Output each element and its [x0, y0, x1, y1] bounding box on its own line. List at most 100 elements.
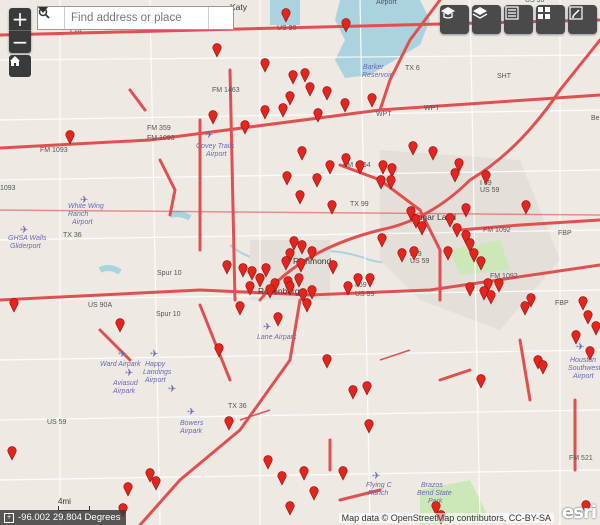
map-canvas[interactable]: FM 1463 FM 359 FM 1093 FM 1093 1093 FM 1…	[0, 0, 600, 525]
map-marker[interactable]	[297, 146, 307, 161]
map-marker[interactable]	[238, 263, 248, 278]
svg-text:WPT: WPT	[424, 105, 440, 112]
svg-text:Airport: Airport	[144, 377, 167, 384]
map-marker[interactable]	[282, 171, 292, 186]
svg-text:Flying C: Flying C	[366, 482, 393, 489]
map-marker[interactable]	[273, 312, 283, 327]
layers-icon	[472, 7, 488, 19]
svg-text:GHSA Walls: GHSA Walls	[8, 235, 47, 242]
svg-text:FM 1463: FM 1463	[212, 87, 240, 94]
map-marker[interactable]	[222, 260, 232, 275]
svg-text:Brazos: Brazos	[421, 482, 443, 489]
svg-text:✈: ✈	[168, 384, 176, 395]
svg-text:✈: ✈	[576, 342, 584, 353]
map-marker[interactable]	[260, 105, 270, 120]
map-marker[interactable]	[285, 91, 295, 106]
map-marker[interactable]	[235, 301, 245, 316]
map-marker[interactable]	[295, 190, 305, 205]
svg-text:Ranch: Ranch	[68, 211, 88, 218]
svg-text:TX 99: TX 99	[350, 201, 369, 208]
layers-button[interactable]	[472, 5, 501, 34]
scale-label: 4mi	[58, 497, 71, 506]
map-marker[interactable]	[263, 455, 273, 470]
map-marker[interactable]	[240, 120, 250, 135]
svg-text:Aviasud: Aviasud	[112, 380, 139, 387]
svg-text:US 90A: US 90A	[88, 302, 112, 309]
map-marker[interactable]	[260, 58, 270, 73]
map-marker[interactable]	[309, 486, 319, 501]
legend-icon	[505, 6, 519, 20]
svg-text:Airpark: Airpark	[179, 428, 203, 435]
basemap: FM 1463 FM 359 FM 1093 FM 1093 1093 FM 1…	[0, 0, 600, 525]
svg-text:✈: ✈	[80, 195, 88, 206]
map-marker[interactable]	[224, 416, 234, 431]
search-box	[37, 6, 234, 30]
svg-text:US 59: US 59	[480, 187, 500, 194]
svg-text:✈: ✈	[205, 130, 213, 141]
map-marker[interactable]	[123, 482, 133, 497]
map-marker[interactable]	[327, 200, 337, 215]
map-marker[interactable]	[7, 446, 17, 461]
map-marker[interactable]	[299, 466, 309, 481]
map-marker[interactable]	[325, 160, 335, 175]
svg-text:FBP: FBP	[555, 300, 569, 307]
map-marker[interactable]	[340, 98, 350, 113]
map-marker[interactable]	[285, 501, 295, 516]
map-marker[interactable]	[305, 82, 315, 97]
map-marker[interactable]	[328, 260, 338, 275]
map-marker[interactable]	[476, 374, 486, 389]
map-marker[interactable]	[322, 354, 332, 369]
map-marker[interactable]	[212, 43, 222, 58]
map-marker[interactable]	[365, 273, 375, 288]
svg-text:US 59: US 59	[355, 291, 375, 298]
svg-text:Lane Airpark: Lane Airpark	[257, 334, 297, 341]
map-marker[interactable]	[578, 296, 588, 311]
legend-button[interactable]	[504, 5, 533, 34]
grid-button[interactable]	[536, 5, 565, 34]
map-marker[interactable]	[364, 419, 374, 434]
map-marker[interactable]	[9, 298, 19, 313]
svg-text:✈: ✈	[20, 225, 28, 236]
svg-text:Ranch: Ranch	[368, 490, 388, 497]
search-input[interactable]	[65, 8, 208, 28]
map-marker[interactable]	[348, 385, 358, 400]
search-button[interactable]	[38, 7, 233, 29]
zoom-in-button[interactable]: +	[9, 8, 31, 30]
zoom-control: + −	[9, 8, 31, 53]
map-marker[interactable]	[300, 68, 310, 83]
svg-text:Landings: Landings	[143, 369, 172, 376]
map-marker[interactable]	[214, 343, 224, 358]
svg-text:Reservoir: Reservoir	[362, 72, 393, 79]
map-marker[interactable]	[338, 466, 348, 481]
svg-text:Spur 10: Spur 10	[156, 311, 181, 318]
map-marker[interactable]	[115, 318, 125, 333]
edit-button[interactable]	[568, 5, 597, 34]
svg-text:US 59: US 59	[47, 419, 67, 426]
map-marker[interactable]	[538, 360, 548, 375]
svg-text:✈: ✈	[150, 349, 158, 360]
map-marker[interactable]	[367, 93, 377, 108]
map-marker[interactable]	[208, 110, 218, 125]
map-marker[interactable]	[288, 70, 298, 85]
map-marker[interactable]	[520, 301, 530, 316]
map-attribution[interactable]: Map data © OpenStreetMap contributors, C…	[338, 513, 554, 523]
map-marker[interactable]	[591, 321, 600, 336]
basemap-gallery-button[interactable]	[440, 5, 469, 34]
map-marker[interactable]	[65, 130, 75, 145]
map-marker[interactable]	[277, 471, 287, 486]
svg-text:Airpark: Airpark	[112, 388, 136, 395]
map-marker[interactable]	[583, 310, 593, 325]
zoom-out-button[interactable]: −	[9, 30, 31, 53]
svg-text:Be: Be	[591, 115, 600, 122]
map-marker[interactable]	[322, 86, 332, 101]
map-marker[interactable]	[302, 298, 312, 313]
map-marker[interactable]	[312, 173, 322, 188]
svg-text:Happy: Happy	[145, 361, 166, 368]
home-button[interactable]	[9, 55, 31, 77]
coordinate-readout[interactable]: + -96.002 29.804 Degrees	[0, 510, 127, 525]
svg-text:Airport: Airport	[376, 0, 397, 6]
svg-text:Ward Airpark: Ward Airpark	[100, 361, 141, 368]
map-marker[interactable]	[362, 381, 372, 396]
svg-text:✈: ✈	[118, 349, 126, 360]
scale-bar: 4mi	[58, 497, 90, 511]
